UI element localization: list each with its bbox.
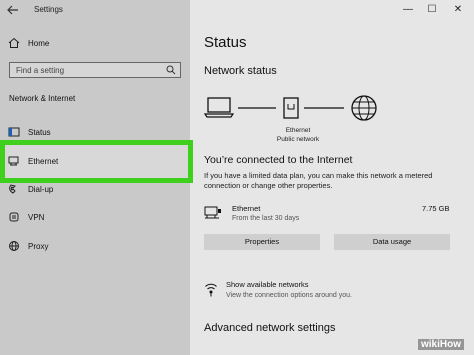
status-icon — [8, 126, 20, 138]
sidebar-item-label: Proxy — [28, 242, 49, 251]
laptop-icon — [204, 97, 235, 118]
advanced-network-settings-heading: Advanced network settings — [204, 322, 336, 334]
diagram-label-line2: Public network — [276, 136, 320, 143]
sidebar-item-proxy[interactable]: Proxy — [0, 236, 190, 258]
globe-icon — [351, 95, 377, 121]
app-title: Settings — [34, 5, 63, 14]
search-placeholder: Find a setting — [16, 66, 65, 75]
close-button[interactable]: ✕ — [450, 2, 466, 18]
section-title: Network & Internet — [9, 94, 76, 103]
title-bar: Settings — ☐ ✕ — [0, 0, 474, 22]
ethernet-connection-name: Ethernet — [232, 204, 261, 213]
sidebar-item-vpn[interactable]: VPN — [0, 207, 190, 229]
metered-description: If you have a limited data plan, you can… — [204, 171, 433, 190]
diagram-label-line1: Ethernet — [285, 127, 311, 134]
ethernet-usage-period: From the last 30 days — [232, 215, 300, 222]
sidebar-item-label: Ethernet — [28, 157, 59, 166]
ethernet-data-usage: 7.75 GB — [422, 204, 450, 213]
network-diagram — [204, 95, 377, 121]
ethernet-adapter-icon — [204, 205, 222, 221]
sidebar-item-label: Dial-up — [28, 185, 54, 194]
minimize-button[interactable]: — — [400, 2, 416, 18]
home-icon — [8, 37, 20, 49]
vpn-icon — [8, 211, 20, 223]
show-available-networks-link[interactable]: Show available networks — [226, 280, 309, 289]
sidebar-item-home[interactable]: Home — [0, 33, 190, 55]
show-available-networks-subtitle: View the connection options around you. — [226, 292, 352, 299]
wikihow-watermark: wikiHow — [418, 339, 465, 350]
data-usage-button[interactable]: Data usage — [334, 234, 450, 250]
connection-status-text: You’re connected to the Internet — [204, 154, 353, 166]
page-title: Status — [204, 34, 247, 51]
sidebar-item-label: VPN — [28, 213, 45, 222]
sidebar-item-label: Status — [28, 128, 51, 137]
sidebar-item-ethernet[interactable]: Ethernet — [0, 151, 190, 173]
proxy-icon — [8, 240, 20, 252]
sidebar-item-label: Home — [28, 39, 50, 48]
maximize-button[interactable]: ☐ — [424, 2, 440, 18]
sidebar-item-dialup[interactable]: Dial-up — [0, 179, 190, 201]
ethernet-port-icon — [283, 97, 299, 119]
available-networks-icon[interactable] — [204, 281, 218, 297]
properties-button[interactable]: Properties — [204, 234, 320, 250]
search-input[interactable]: Find a setting — [9, 62, 181, 78]
ethernet-icon — [8, 155, 20, 167]
search-icon — [166, 65, 176, 75]
dialup-icon — [8, 183, 20, 195]
back-arrow-icon[interactable] — [6, 3, 20, 17]
network-status-heading: Network status — [204, 65, 277, 77]
